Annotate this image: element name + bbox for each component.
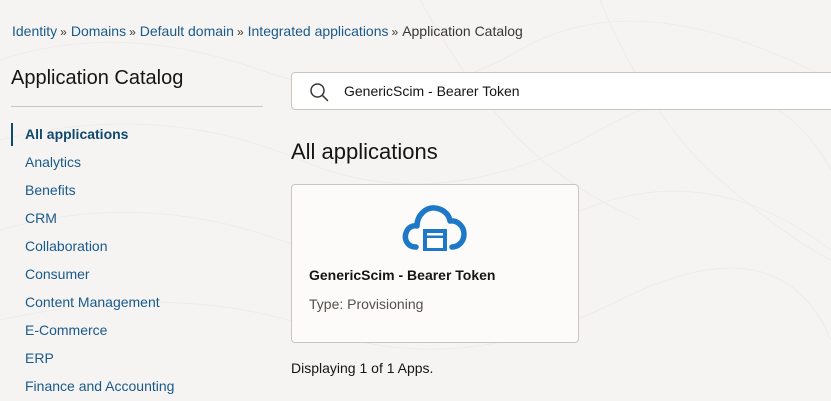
app-card[interactable]: GenericScim - Bearer Token Type: Provisi… [291,184,579,343]
sidebar-nav: All applications Analytics Benefits CRM … [11,120,261,400]
app-type: Type: Provisioning [309,296,424,312]
sidebar-item-e-commerce[interactable]: E-Commerce [11,316,261,344]
search-box[interactable] [291,72,831,110]
breadcrumb-default-domain[interactable]: Default domain [140,23,234,39]
sidebar-item-collaboration[interactable]: Collaboration [11,232,261,260]
cloud-app-icon [402,205,467,251]
result-count: Displaying 1 of 1 Apps. [291,360,434,376]
sidebar-item-content-management[interactable]: Content Management [11,288,261,316]
breadcrumb-domains[interactable]: Domains [71,23,126,39]
sidebar-item-consumer[interactable]: Consumer [11,260,261,288]
sidebar-item-finance-and-accounting[interactable]: Finance and Accounting [11,372,261,400]
sidebar-title: Application Catalog [11,67,184,89]
app-name: GenericScim - Bearer Token [309,267,496,283]
sidebar-item-crm[interactable]: CRM [11,204,261,232]
sidebar-item-erp[interactable]: ERP [11,344,261,372]
sidebar-item-analytics[interactable]: Analytics [11,148,261,176]
search-icon [310,83,329,102]
breadcrumb-separator: » [129,25,136,39]
sidebar-item-all-applications[interactable]: All applications [11,120,261,148]
breadcrumb-separator: » [60,25,67,39]
breadcrumb: Identity» Domains» Default domain» Integrat… [12,23,523,40]
sidebar-item-benefits[interactable]: Benefits [11,176,261,204]
breadcrumb-integrated-applications[interactable]: Integrated applications [248,23,389,39]
breadcrumb-separator: » [391,25,399,39]
breadcrumb-identity[interactable]: Identity [12,23,57,39]
search-input[interactable] [344,73,824,109]
page-title: All applications [291,139,438,164]
sidebar-divider [11,106,263,107]
breadcrumb-separator: » [236,25,244,39]
breadcrumb-current: Application Catalog [402,23,523,39]
